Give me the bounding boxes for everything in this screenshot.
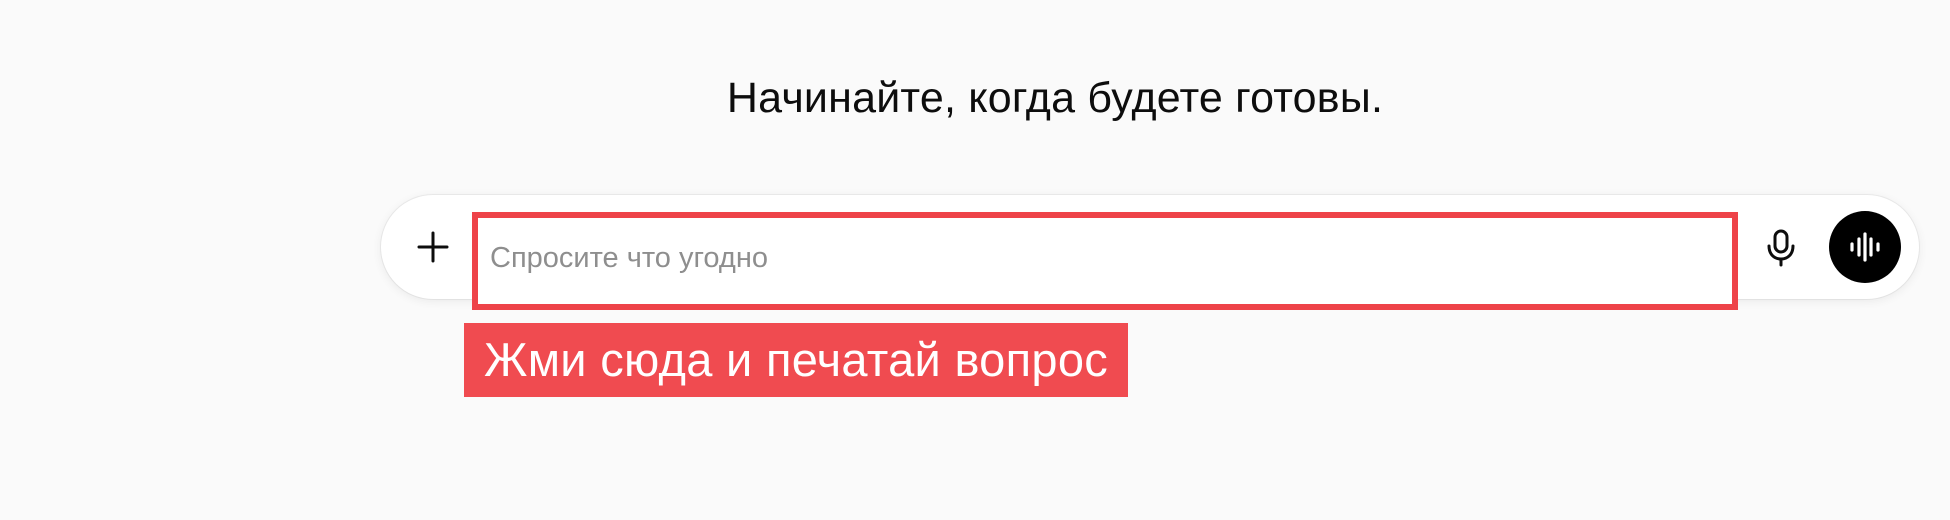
prompt-input[interactable] <box>478 218 1732 298</box>
page-heading: Начинайте, когда будете готовы. <box>726 74 1384 122</box>
add-attachment-button[interactable] <box>406 220 460 274</box>
annotation-label: Жми сюда и печатай вопрос <box>464 323 1129 397</box>
plus-icon <box>417 231 449 263</box>
microphone-icon <box>1767 229 1795 267</box>
soundwave-icon <box>1850 232 1880 262</box>
dictate-button[interactable] <box>1755 222 1807 274</box>
voice-mode-button[interactable] <box>1829 211 1901 283</box>
highlighted-input-area <box>472 212 1738 310</box>
